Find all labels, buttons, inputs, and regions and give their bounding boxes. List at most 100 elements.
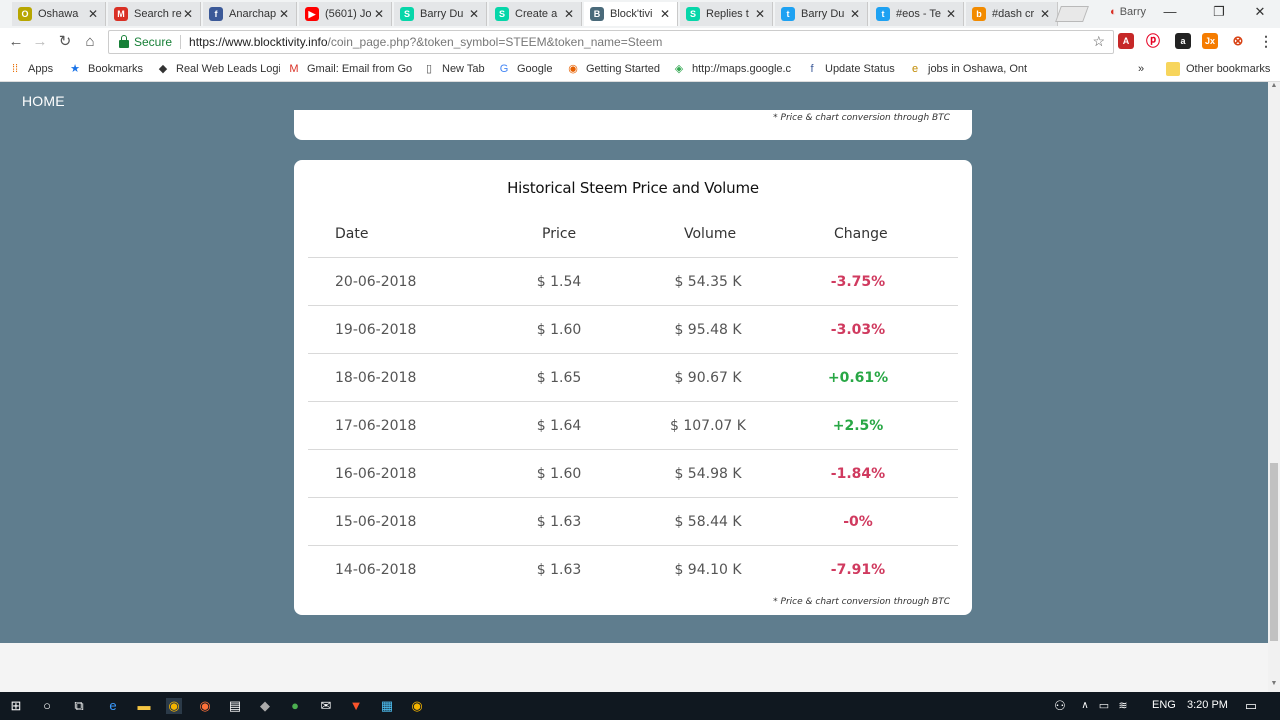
pinterest-icon[interactable]: ⓟ bbox=[1145, 33, 1161, 49]
close-window-icon[interactable]: ✕ bbox=[1250, 4, 1270, 22]
bookmark-label: jobs in Oshawa, Ont bbox=[928, 63, 1028, 75]
tab[interactable]: t Barry Du ✕ bbox=[775, 2, 868, 26]
steemit-icon: S bbox=[400, 7, 414, 21]
cell-change: +2.5% bbox=[832, 418, 884, 434]
scroll-thumb[interactable] bbox=[1270, 463, 1278, 641]
new-tab-button[interactable] bbox=[1055, 6, 1089, 22]
tab-close-icon[interactable]: ✕ bbox=[278, 7, 290, 21]
amazon-extension-icon[interactable]: a bbox=[1175, 33, 1191, 49]
tab[interactable]: S Create a ✕ bbox=[489, 2, 582, 26]
minimize-icon[interactable]: — bbox=[1160, 4, 1180, 22]
tab-close-icon[interactable]: ✕ bbox=[754, 7, 766, 21]
bookmark-item[interactable]: M Gmail: Email from Go bbox=[287, 61, 415, 77]
bookmark-item[interactable]: ◉ Getting Started bbox=[566, 61, 666, 77]
profile-name: Barry bbox=[1119, 6, 1146, 18]
tab-close-icon[interactable]: ✕ bbox=[945, 7, 957, 21]
cell-price: $ 1.64 bbox=[536, 418, 582, 434]
tab-close-icon[interactable]: ✕ bbox=[468, 7, 480, 21]
app-icon[interactable]: ◆ bbox=[257, 698, 273, 714]
windows-start-icon[interactable]: ⊞ bbox=[8, 698, 24, 714]
extension-icon[interactable]: ⊗ bbox=[1230, 33, 1246, 49]
battery-icon[interactable]: ▭ bbox=[1096, 698, 1112, 714]
cell-price: $ 1.63 bbox=[536, 562, 582, 578]
notifications-icon[interactable]: ▭ bbox=[1243, 698, 1259, 714]
scroll-up-icon[interactable]: ▲ bbox=[1268, 82, 1280, 94]
chrome-secondary-icon[interactable]: ◉ bbox=[409, 698, 425, 714]
steemit-icon: S bbox=[686, 7, 700, 21]
tab-close-icon[interactable]: ✕ bbox=[659, 7, 671, 21]
tab-close-icon[interactable]: ✕ bbox=[373, 7, 385, 21]
bookmark-item[interactable]: G Google bbox=[497, 61, 561, 77]
file-explorer-icon[interactable]: ▬ bbox=[136, 698, 152, 714]
tab[interactable]: M Search re ✕ bbox=[108, 2, 201, 26]
tab[interactable]: B Block'tivi ✕ bbox=[584, 2, 678, 26]
tab-close-icon[interactable]: ✕ bbox=[87, 7, 99, 21]
bookmark-item[interactable]: f Update Status bbox=[805, 61, 901, 77]
mail-icon[interactable]: ✉ bbox=[318, 698, 334, 714]
home-icon[interactable]: ⌂ bbox=[80, 32, 100, 52]
url-host: https://www.blocktivity.info bbox=[189, 35, 328, 49]
tray-chevron-icon[interactable]: ∧ bbox=[1077, 698, 1093, 714]
cell-price: $ 1.60 bbox=[536, 322, 582, 338]
people-icon[interactable]: ⚇ bbox=[1052, 698, 1068, 714]
bookmarks-overflow-button[interactable]: » bbox=[1138, 61, 1144, 77]
profile-button[interactable]: ◐ Barry bbox=[1110, 6, 1146, 18]
bookmark-label: Google bbox=[517, 63, 553, 75]
header-volume: Volume bbox=[684, 226, 737, 242]
url-path: /coin_page.php?&token_symbol=STEEM&token… bbox=[327, 35, 663, 49]
language-indicator[interactable]: ENG bbox=[1152, 699, 1176, 711]
app-globe-icon[interactable]: ● bbox=[287, 698, 303, 714]
tab-close-icon[interactable]: ✕ bbox=[563, 7, 575, 21]
tab[interactable]: f Anarchap ✕ bbox=[203, 2, 297, 26]
tab-title: Barry Du bbox=[801, 8, 845, 20]
jx-extension-icon[interactable]: Jx bbox=[1202, 33, 1218, 49]
chrome-icon[interactable]: ◉ bbox=[166, 698, 182, 714]
cell-volume: $ 54.35 K bbox=[674, 274, 742, 290]
table-row: 18-06-2018 $ 1.65 $ 90.67 K +0.61% bbox=[308, 353, 958, 401]
wifi-icon[interactable]: ≋ bbox=[1115, 698, 1131, 714]
brave-icon[interactable]: ▼ bbox=[348, 698, 364, 714]
other-bookmarks[interactable]: Other bookmarks bbox=[1166, 61, 1270, 77]
abp-extension-icon[interactable]: A bbox=[1118, 33, 1134, 49]
tab[interactable]: O Oshawa ✕ bbox=[12, 2, 106, 26]
tab[interactable]: b #dash cr ✕ bbox=[966, 2, 1058, 26]
address-bar[interactable]: Secure https://www.blocktivity.info/coin… bbox=[108, 30, 1114, 54]
cell-date: 16-06-2018 bbox=[335, 466, 417, 482]
vertical-scrollbar[interactable]: ▲ ▼ bbox=[1268, 82, 1280, 692]
bookmark-item[interactable]: ★ Bookmarks bbox=[68, 61, 152, 77]
lock-icon bbox=[119, 35, 129, 48]
cell-change: -1.84% bbox=[830, 466, 886, 482]
tab[interactable]: S Replies t ✕ bbox=[680, 2, 773, 26]
tab-close-icon[interactable]: ✕ bbox=[849, 7, 861, 21]
task-view-icon[interactable]: ⧉ bbox=[71, 698, 87, 714]
bookmark-item[interactable]: ◈ http://maps.google.c bbox=[672, 61, 796, 77]
restore-icon[interactable]: ❐ bbox=[1209, 4, 1229, 22]
cortana-icon[interactable]: ○ bbox=[39, 698, 55, 714]
cell-date: 18-06-2018 bbox=[335, 370, 417, 386]
tab-title: Block'tivi bbox=[610, 8, 653, 20]
scroll-down-icon[interactable]: ▼ bbox=[1268, 680, 1280, 692]
menu-icon[interactable]: ⋮ bbox=[1258, 33, 1274, 49]
tab[interactable]: t #eos - Te ✕ bbox=[870, 2, 964, 26]
clock[interactable]: 3:20 PM bbox=[1187, 699, 1228, 711]
bookmark-star-icon[interactable]: ☆ bbox=[1092, 33, 1105, 50]
notepad-icon[interactable]: ▤ bbox=[227, 698, 243, 714]
bookmark-item[interactable]: ◆ Real Web Leads Logi bbox=[156, 61, 280, 77]
tab-close-icon[interactable]: ✕ bbox=[1039, 7, 1051, 21]
edge-icon[interactable]: e bbox=[105, 698, 121, 714]
tab[interactable]: S Barry Du ✕ bbox=[394, 2, 487, 26]
bookmark-item[interactable]: e jobs in Oshawa, Ont bbox=[908, 61, 1030, 77]
cell-volume: $ 107.07 K bbox=[670, 418, 746, 434]
bookmark-item[interactable]: ▯ New Tab bbox=[422, 61, 492, 77]
tab[interactable]: ▶ (5601) Jo ✕ bbox=[299, 2, 392, 26]
tab-close-icon[interactable]: ✕ bbox=[182, 7, 194, 21]
leads-icon: ◆ bbox=[158, 63, 168, 75]
youtube-icon: ▶ bbox=[305, 7, 319, 21]
reload-icon[interactable]: ↻ bbox=[55, 32, 75, 52]
bookmark-item[interactable]: ⁞⁞ Apps bbox=[8, 61, 64, 77]
back-icon[interactable]: ← bbox=[6, 32, 26, 52]
forward-icon[interactable]: → bbox=[30, 32, 50, 52]
app-grid-icon[interactable]: ▦ bbox=[379, 698, 395, 714]
nav-home-link[interactable]: HOME bbox=[22, 93, 65, 109]
firefox-icon[interactable]: ◉ bbox=[197, 698, 213, 714]
